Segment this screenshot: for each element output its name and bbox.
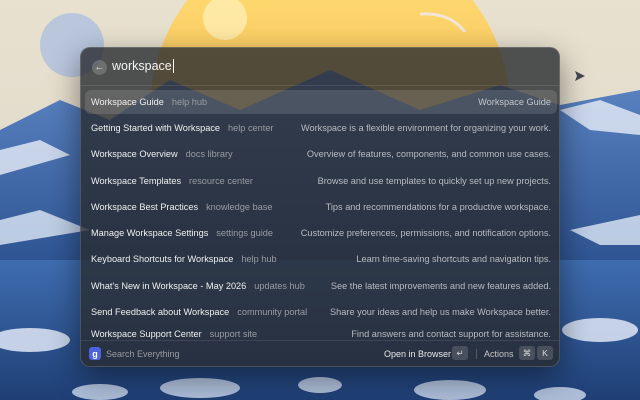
footer-search-label[interactable]: Search Everything <box>106 349 180 359</box>
enter-key-icon: ↵ <box>452 346 468 360</box>
back-arrow-icon[interactable]: ← <box>92 60 107 75</box>
result-title: Workspace Support Center <box>91 329 202 339</box>
result-source: resource center <box>189 176 253 186</box>
result-row[interactable]: Send Feedback about Workspace community p… <box>85 300 557 324</box>
result-description: Tips and recommendations for a productiv… <box>325 202 551 212</box>
result-title: What's New in Workspace - May 2026 <box>91 281 247 291</box>
result-description: Find answers and contact support for ass… <box>351 329 551 339</box>
result-row[interactable]: Workspace Templates resource center Browse… <box>85 169 557 193</box>
footer-bar: g Search Everything Open in Browser ↵ Ac… <box>81 340 559 366</box>
open-in-browser-button[interactable]: Open in Browser <box>384 349 451 359</box>
k-key-icon: K <box>537 346 553 360</box>
search-launcher-panel: ← workspace Workspace Guide help hub Works… <box>80 47 560 367</box>
pointer-arrow-icon <box>575 71 585 81</box>
result-row[interactable]: Workspace Overview docs library Overview o… <box>85 142 557 166</box>
result-source: knowledge base <box>206 202 273 212</box>
result-row[interactable]: What's New in Workspace - May 2026 update… <box>85 274 557 298</box>
result-source: help center <box>228 123 274 133</box>
result-row[interactable]: Workspace Guide help hub Workspace Guide <box>85 90 557 114</box>
result-title: Workspace Templates <box>91 176 182 186</box>
result-source: help hub <box>171 97 208 107</box>
result-title: Getting Started with Workspace <box>91 123 221 133</box>
result-title: Send Feedback about Workspace <box>91 307 230 317</box>
result-title: Manage Workspace Settings <box>91 228 209 238</box>
result-description: See the latest improvements and new feat… <box>330 281 551 291</box>
result-row[interactable]: Workspace Best Practices knowledge base Ti… <box>85 195 557 219</box>
result-description: Browse and use templates to quickly set … <box>317 176 551 186</box>
app-logo-icon: g <box>89 347 101 360</box>
search-bar: ← workspace <box>81 48 559 86</box>
search-query-text: workspace <box>112 59 172 73</box>
result-description: Workspace Guide <box>478 97 551 107</box>
footer-divider <box>476 349 477 359</box>
result-description: Learn time-saving shortcuts and navigati… <box>356 254 551 264</box>
actions-button[interactable]: Actions <box>484 349 514 359</box>
result-description: Customize preferences, permissions, and … <box>300 228 551 238</box>
result-row[interactable]: Keyboard Shortcuts for Workspace help hub… <box>85 247 557 271</box>
result-description: Overview of features, components, and co… <box>306 149 551 159</box>
result-title: Workspace Overview <box>91 149 178 159</box>
result-source: community portal <box>237 307 308 317</box>
result-title: Workspace Guide <box>91 97 164 107</box>
search-input[interactable]: workspace <box>112 59 174 73</box>
result-row[interactable]: Getting Started with Workspace help cente… <box>85 116 557 140</box>
result-title: Keyboard Shortcuts for Workspace <box>91 254 234 264</box>
result-source: updates hub <box>254 281 305 291</box>
result-source: docs library <box>185 149 233 159</box>
result-source: help hub <box>241 254 277 264</box>
result-description: Workspace is a flexible environment for … <box>300 123 551 133</box>
result-source: settings guide <box>216 228 273 238</box>
command-key-icon: ⌘ <box>519 346 535 360</box>
result-title: Workspace Best Practices <box>91 202 199 212</box>
result-source: support site <box>209 329 258 339</box>
text-caret <box>172 59 174 73</box>
result-description: Share your ideas and help us make Worksp… <box>330 307 551 317</box>
result-row[interactable]: Manage Workspace Settings settings guide C… <box>85 221 557 245</box>
